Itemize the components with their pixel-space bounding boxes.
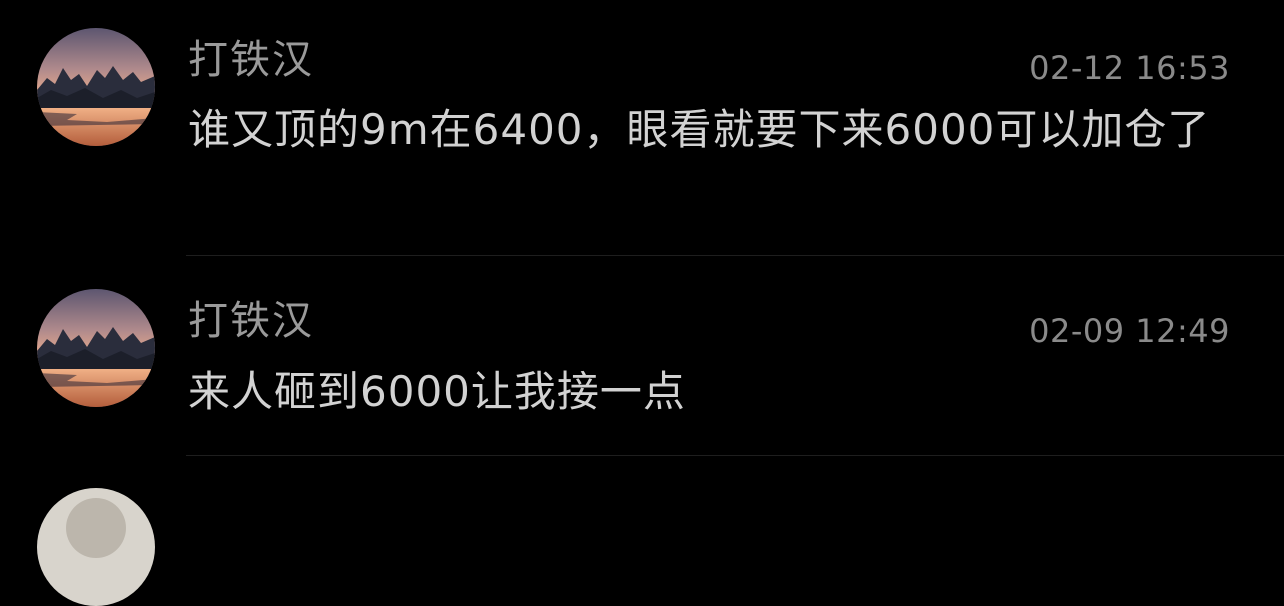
- comment-username[interactable]: 打铁汉: [188, 36, 314, 84]
- comment-text: 谁又顶的9m在6400，眼看就要下来6000可以加仓了: [188, 105, 1211, 154]
- comment-text: 来人砸到6000让我接一点: [188, 367, 686, 416]
- comment-timestamp: 02-12 16:53: [1029, 49, 1230, 87]
- avatar-icon[interactable]: [37, 28, 155, 146]
- comment-timestamp: 02-09 12:49: [1029, 312, 1230, 350]
- comment-username[interactable]: 打铁汉: [188, 297, 314, 345]
- comment-item[interactable]: 打铁汉 02-12 16:53 谁又顶的9m在6400，眼看就要下来6000可以…: [0, 0, 1284, 256]
- divider: [186, 455, 1284, 456]
- avatar-icon[interactable]: [37, 289, 155, 407]
- comment-item[interactable]: 打铁汉 02-09 12:49 来人砸到6000让我接一点: [0, 256, 1284, 456]
- avatar-icon[interactable]: [37, 488, 155, 606]
